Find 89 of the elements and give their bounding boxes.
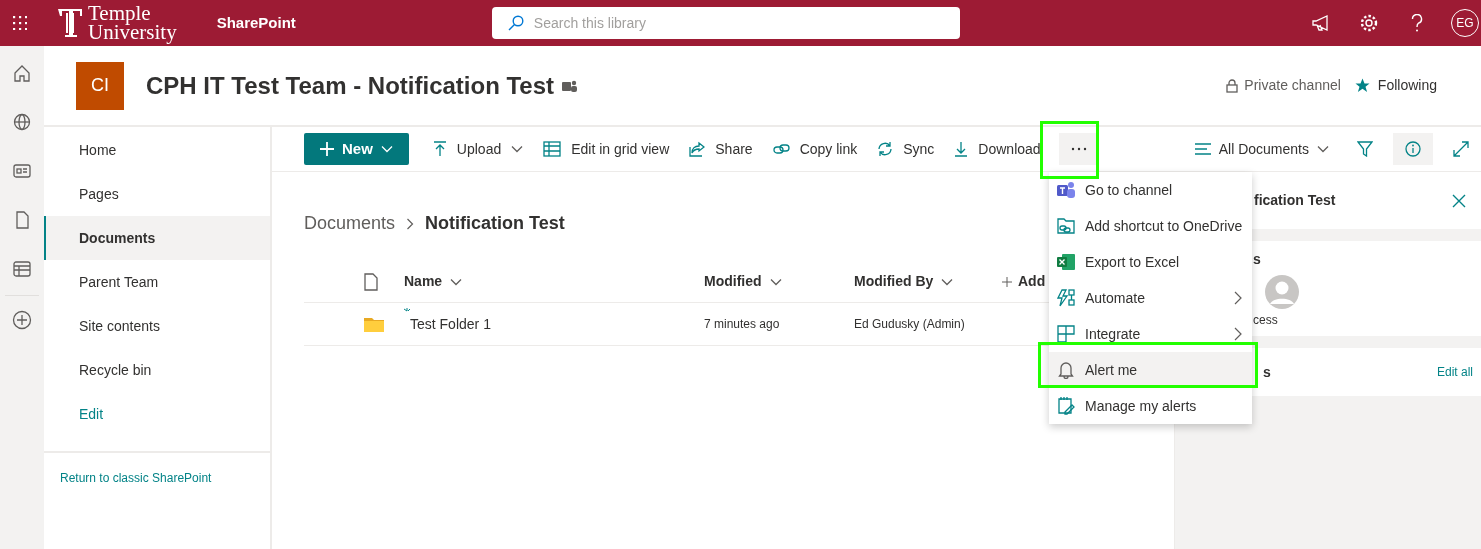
star-icon	[1354, 78, 1370, 93]
excel-icon	[1057, 253, 1075, 271]
search-icon	[507, 15, 524, 31]
info-button[interactable]	[1393, 133, 1433, 165]
megaphone-icon	[1312, 15, 1330, 31]
lines-icon	[1194, 143, 1211, 155]
chevron-down-icon	[769, 277, 782, 286]
chevron-down-icon	[511, 145, 524, 153]
more-icon	[1070, 147, 1087, 151]
site-logo: CI	[76, 61, 124, 110]
table-cell-text: 7 minutes ago	[704, 316, 781, 333]
chevron-down-icon	[941, 277, 954, 286]
classic-link[interactable]: Return to classic SharePoint	[60, 471, 212, 485]
brand-name: Temple	[88, 4, 152, 23]
breadcrumb-current: Notification Test	[425, 212, 565, 235]
menu-item[interactable]: Go to channel	[1049, 172, 1252, 208]
settings-icon	[1360, 14, 1378, 32]
filter-icon	[1357, 141, 1373, 157]
following-button[interactable]: Following	[1354, 75, 1437, 96]
search-field[interactable]: Search this library	[491, 7, 960, 39]
breadcrumb-link[interactable]: Documents	[304, 210, 396, 237]
plus-icon	[1002, 276, 1012, 287]
grid-icon	[543, 141, 562, 157]
highlight-frame	[1040, 121, 1099, 179]
nav-item[interactable]: Parent Team	[44, 260, 270, 304]
help-icon	[1411, 14, 1423, 32]
nav-item[interactable]: Recycle bin	[44, 348, 270, 392]
download-icon	[954, 141, 969, 157]
grid-icon	[1057, 325, 1075, 343]
column-header[interactable]: Name	[404, 271, 704, 292]
close-icon	[1452, 193, 1466, 208]
plus-icon	[320, 142, 334, 156]
new-button[interactable]: New	[304, 133, 409, 165]
add-column-button[interactable]: Add	[1002, 271, 1046, 292]
column-header[interactable]: Modified	[704, 271, 854, 292]
toolbar-button[interactable]: Copy link	[762, 127, 868, 171]
add-icon	[12, 310, 32, 330]
menu-item[interactable]: Alert me	[1049, 352, 1252, 388]
nav-item[interactable]: Pages	[44, 172, 270, 216]
share-icon	[689, 141, 706, 157]
shortcut-icon	[1057, 217, 1075, 235]
edit-link[interactable]: Edit	[44, 392, 270, 436]
edit-all-link[interactable]: Edit all	[1436, 363, 1473, 381]
waffle-icon	[13, 16, 27, 30]
column-header[interactable]: Modified By	[854, 271, 1002, 292]
toolbar-button[interactable]: Sync	[867, 127, 945, 171]
home-icon	[13, 63, 31, 82]
automate-icon	[1057, 289, 1075, 307]
upload-icon	[432, 141, 447, 157]
menu-item[interactable]: Add shortcut to OneDrive	[1049, 208, 1252, 244]
nav-item[interactable]: Site contents	[44, 304, 270, 348]
link-icon	[772, 142, 790, 156]
menu-item[interactable]: Export to Excel	[1049, 244, 1252, 280]
person-avatar-icon	[1265, 275, 1299, 309]
news-icon	[13, 161, 31, 180]
globe-icon	[13, 112, 31, 131]
temple-t-logo-icon	[56, 7, 84, 39]
upload-dropdown[interactable]: Upload	[422, 127, 534, 171]
table-cell-text: Ed Gudusky (Admin)	[854, 316, 966, 333]
menu-item[interactable]: Automate	[1049, 280, 1252, 316]
sync-icon	[877, 141, 894, 157]
lock-icon	[1226, 78, 1239, 93]
file-type-icon	[364, 272, 378, 291]
chevron-down-icon	[450, 277, 463, 286]
bell-icon	[1057, 361, 1075, 379]
nav-item[interactable]: Documents	[44, 216, 270, 260]
expand-icon	[1453, 141, 1469, 157]
toolbar-button[interactable]: Edit in grid view	[533, 127, 680, 171]
access-label: cess	[1253, 312, 1279, 329]
toolbar-button[interactable]: Download	[944, 127, 1051, 171]
list-icon	[13, 259, 31, 278]
app-title-link[interactable]: SharePoint	[216, 11, 296, 35]
site-title: CPH IT Test Team - Notification Test	[146, 70, 555, 101]
panel-title: fication Test	[1254, 191, 1336, 210]
edit-list-icon	[1057, 397, 1075, 415]
toolbar-button[interactable]: Share	[679, 127, 763, 171]
privacy-label: Private channel	[1244, 76, 1341, 95]
section-title: s	[1263, 362, 1271, 382]
document-icon	[13, 210, 31, 229]
menu-item[interactable]: Manage my alerts	[1049, 388, 1252, 424]
folder-link[interactable]: Test Folder 1	[410, 313, 491, 335]
chevron-right-icon	[406, 217, 415, 230]
chevron-down-icon	[380, 145, 393, 153]
info-icon	[1405, 141, 1421, 157]
folder-icon	[364, 316, 384, 332]
chevron-down-icon	[1317, 145, 1329, 153]
section-title: s	[1253, 251, 1262, 267]
nav-item[interactable]: Home	[44, 128, 270, 172]
view-dropdown[interactable]: All Documents	[1186, 133, 1337, 165]
